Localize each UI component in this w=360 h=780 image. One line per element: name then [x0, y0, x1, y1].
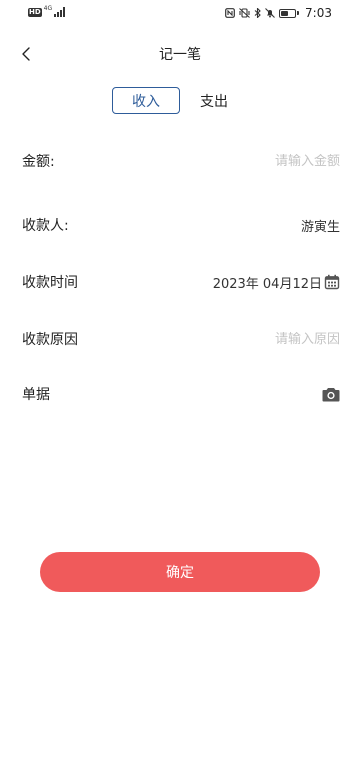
tab-expense[interactable]: 支出: [191, 87, 237, 114]
calendar-icon: [324, 274, 340, 290]
payee-label: 收款人:: [22, 218, 69, 234]
signal-icon: [54, 7, 66, 17]
hd-badge: HD: [28, 7, 42, 17]
camera-icon: [322, 387, 340, 401]
page-title: 记一笔: [159, 47, 201, 63]
payee-row: 收款人: 游寅生: [22, 210, 340, 240]
payee-value[interactable]: 游寅生: [301, 216, 340, 235]
status-left-group: HD 4G: [28, 5, 66, 17]
vibrate-icon: [239, 8, 250, 18]
date-label: 收款时间: [22, 275, 78, 291]
status-bar: HD 4G 7:03: [0, 0, 360, 28]
receipt-camera-button[interactable]: [322, 387, 340, 402]
date-picker[interactable]: 2023年 04月12日: [213, 273, 340, 292]
app-header: 记一笔: [0, 38, 360, 70]
nfc-icon: [225, 8, 235, 18]
receipt-row: 单据: [22, 379, 340, 409]
status-right-group: 7:03: [225, 6, 332, 20]
bluetooth-icon: [254, 8, 261, 18]
battery-level-fill: [281, 10, 288, 16]
date-value: 2023年 04月12日: [212, 276, 322, 292]
network-type: 4G: [43, 5, 53, 12]
tab-income[interactable]: 收入: [112, 87, 180, 114]
reason-input[interactable]: [200, 331, 340, 347]
battery-indicator: [279, 8, 300, 18]
app-screen: HD 4G 7:03 记一笔 收入 支出 金额: 请输入金额 收款人: 游寅生 …: [0, 0, 360, 780]
confirm-button[interactable]: 确定: [40, 552, 320, 592]
amount-input[interactable]: [200, 153, 340, 169]
battery-cap: [297, 11, 300, 15]
status-time: 7:03: [305, 6, 332, 20]
amount-label: 金额:: [22, 154, 55, 170]
mute-bell-icon: [265, 8, 275, 18]
amount-row: 金额:: [22, 146, 340, 176]
reason-label: 收款原因: [22, 332, 78, 348]
receipt-label: 单据: [22, 387, 50, 403]
battery-body: [279, 8, 297, 18]
date-row: 收款时间 2023年 04月12日: [22, 267, 340, 297]
reason-row: 收款原因: [22, 324, 340, 354]
